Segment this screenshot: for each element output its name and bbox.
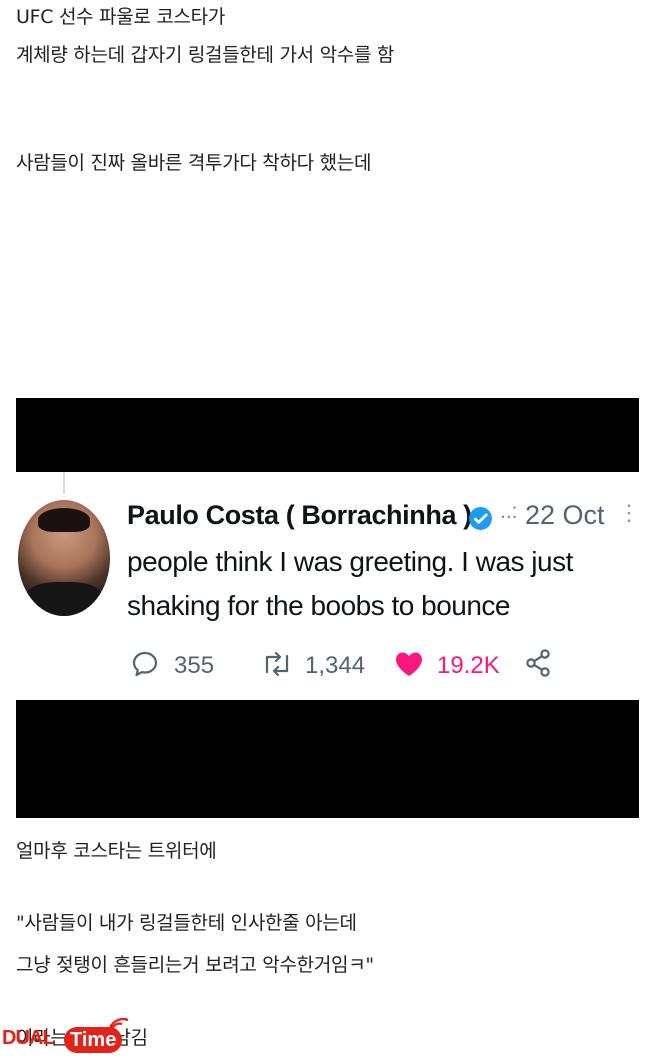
post-line-1: UFC 선수 파울로 코스타가 xyxy=(16,6,226,28)
retweet-count: 1,344 xyxy=(305,652,366,679)
post-line-5: "사람들이 내가 링걸들한테 인사한줄 아는데 xyxy=(16,912,357,934)
verified-badge-icon xyxy=(469,507,492,530)
avatar-hair xyxy=(38,508,90,532)
reply-icon[interactable] xyxy=(131,650,159,678)
post-line-6: 그냥 젖탱이 흔들리는거 보려고 악수한거임ㅋ" xyxy=(16,954,374,976)
retweet-icon[interactable] xyxy=(260,650,294,678)
tweet-screenshot-image: Paulo Costa ( Borrachinha ) ..: 22 Oct ⋮… xyxy=(16,398,640,818)
tweet-date: 22 Oct xyxy=(525,500,605,530)
thread-connector-line xyxy=(63,472,65,494)
reply-count: 355 xyxy=(174,652,215,679)
signal-waves-icon xyxy=(108,1018,129,1035)
tweet-text-line-1: people think I was greeting. I was just xyxy=(127,546,573,577)
post-line-3: 사람들이 진짜 올바른 격투가다 착하다 했는데 xyxy=(16,152,372,174)
share-icon[interactable] xyxy=(524,648,552,678)
dualtime-watermark-logo: DUAL Time xyxy=(0,1018,140,1058)
like-count: 19.2K xyxy=(437,652,500,679)
tweet-text-line-2: shaking for the boobs to bounce xyxy=(127,590,511,621)
watermark-brand: DUAL xyxy=(2,1027,55,1049)
tweet-meta-separator: ..: xyxy=(500,500,518,523)
tweet-card: Paulo Costa ( Borrachinha ) ..: 22 Oct ⋮… xyxy=(16,472,640,700)
post-line-4: 얼마후 코스타는 트위터에 xyxy=(16,840,217,862)
more-options-icon[interactable]: ⋮ xyxy=(618,500,640,526)
tweet-author-name: Paulo Costa ( Borrachinha ) xyxy=(127,500,472,530)
post-line-2: 계체량 하는데 갑자기 링걸들한테 가서 악수를 함 xyxy=(16,44,395,66)
avatar xyxy=(18,500,110,616)
like-heart-icon[interactable] xyxy=(394,650,424,678)
avatar-shirt xyxy=(24,582,104,616)
